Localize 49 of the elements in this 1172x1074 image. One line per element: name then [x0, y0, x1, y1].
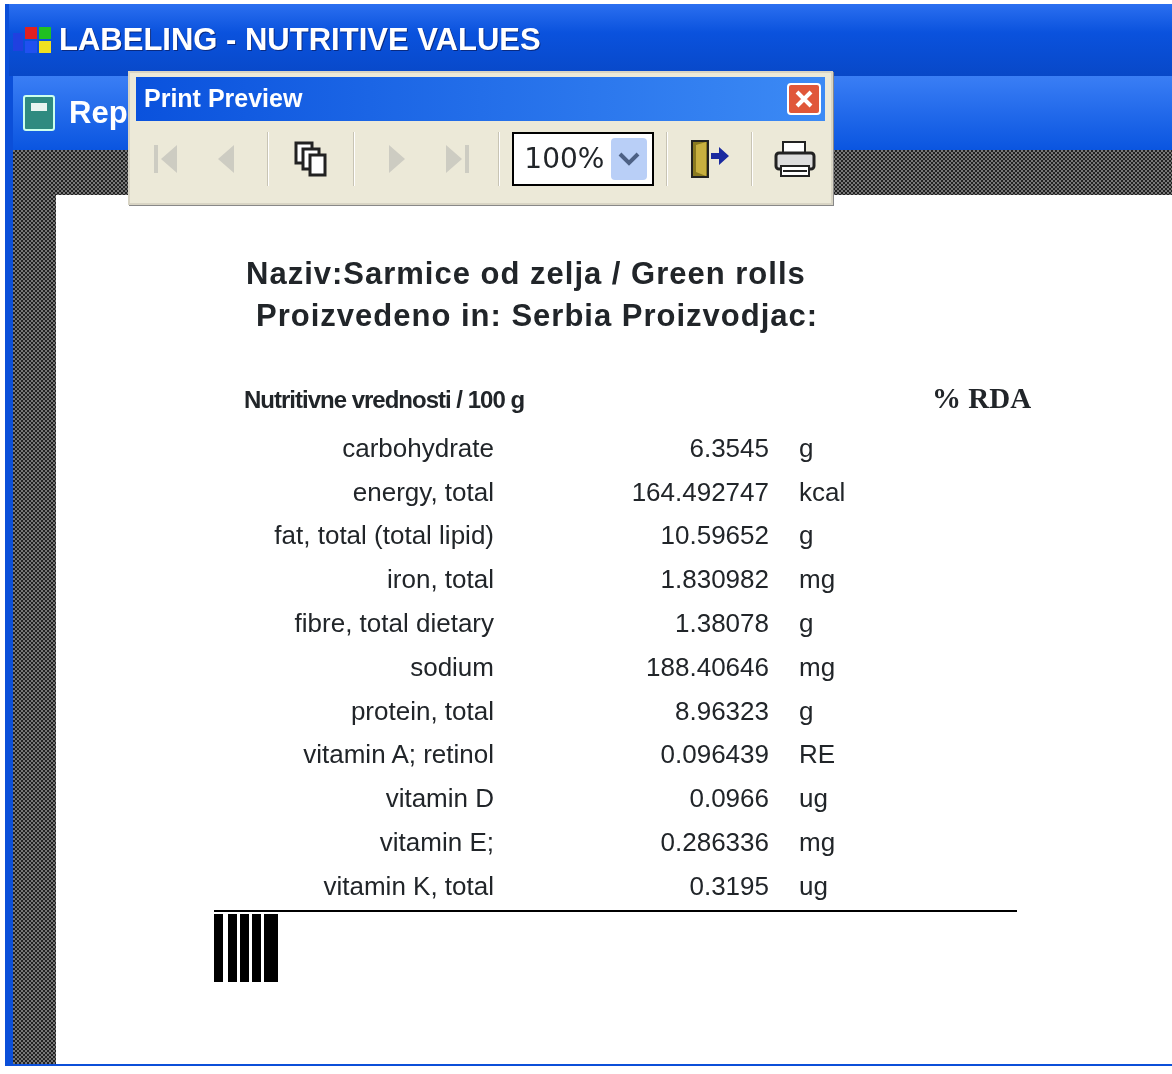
nutrient-name: protein, total — [349, 694, 494, 728]
nutrient-value: 6.3545 — [688, 431, 769, 465]
nutrient-value: 188.40646 — [645, 650, 769, 684]
barcode-drawing — [214, 914, 280, 983]
window-title: Rep — [69, 93, 128, 132]
nutrient-name: fibre, total dietary — [293, 607, 494, 641]
nutrient-unit: g — [799, 607, 815, 641]
nutrient-value: 10.59652 — [659, 519, 769, 553]
door-arrow-icon — [688, 139, 731, 179]
nutrient-unit: mg — [799, 826, 837, 860]
label-name: Naziv:Sarmice od zelja / Green rolls — [246, 255, 807, 293]
nutrient-value: 0.0966 — [688, 782, 769, 816]
nutrient-value: 1.38078 — [674, 607, 769, 641]
nutrient-value: 164.492747 — [630, 475, 769, 509]
nutrient-name: iron, total — [386, 563, 494, 597]
nutrient-unit: kcal — [799, 475, 847, 509]
nutrient-name: carbohydrate — [341, 431, 494, 465]
rda-heading: % RDA — [932, 381, 1032, 416]
label-origin: Proizvedeno in: Serbia Proizvodjac: — [256, 297, 820, 335]
nutrient-unit: mg — [799, 650, 837, 684]
zoom-dropdown[interactable]: 100% — [512, 132, 654, 186]
nutrient-name: vitamin A; retinol — [302, 738, 494, 772]
nutrient-value: 0.3195 — [688, 869, 769, 903]
nutrient-value: 0.286336 — [659, 826, 769, 860]
nutrient-value: 8.96323 — [674, 694, 769, 728]
nutrient-unit: g — [799, 694, 815, 728]
printer-icon — [773, 140, 818, 178]
nutrient-unit: g — [799, 519, 815, 553]
close-button[interactable] — [787, 83, 821, 115]
nutrient-name: vitamin K, total — [322, 869, 494, 903]
nutrient-unit: RE — [799, 738, 837, 772]
nutrient-unit: mg — [799, 563, 837, 597]
nutrient-name: energy, total — [351, 475, 494, 509]
table-heading: Nutritivne vrednosti / 100 g — [244, 385, 526, 415]
nutrient-unit: g — [799, 431, 815, 465]
nutrient-unit: ug — [799, 782, 829, 816]
nutrient-unit: ug — [799, 869, 829, 903]
nutrient-name: fat, total (total lipid) — [273, 519, 494, 553]
pages-icon — [294, 141, 329, 177]
nutrient-value: 1.830982 — [659, 563, 769, 597]
nutrient-name: vitamin E; — [378, 826, 494, 860]
close-icon — [794, 89, 814, 109]
window-title: Print Preview — [144, 83, 303, 115]
window-icon — [23, 95, 55, 131]
nutrient-name: vitamin D — [384, 782, 494, 816]
next-page-icon — [386, 142, 407, 176]
window-title: LABELING - NUTRITIVE VALUES — [59, 20, 541, 59]
nutrient-name: sodium — [409, 650, 494, 684]
nutrient-value: 0.096439 — [659, 738, 769, 772]
